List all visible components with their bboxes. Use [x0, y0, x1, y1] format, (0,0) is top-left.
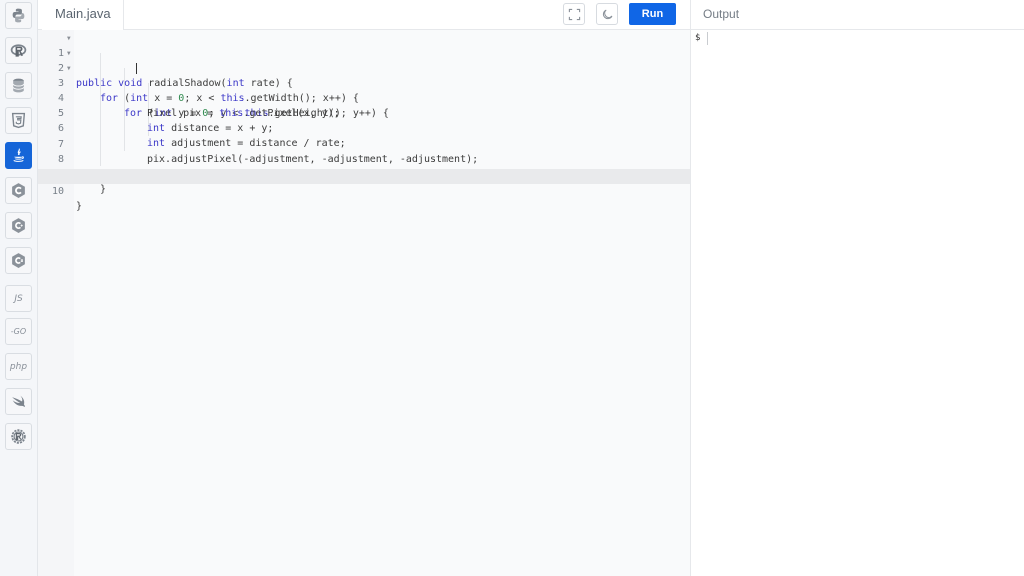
code-line-7[interactable]: 7 pix.adjustPixel(-adjustment, -adjustme…	[38, 122, 690, 165]
html-language-button[interactable]	[5, 107, 32, 134]
database-icon	[12, 78, 25, 93]
editor-header: Main.java Run Output	[38, 0, 1024, 30]
run-button[interactable]: Run	[629, 3, 676, 25]
code-line-6[interactable]: 6 int adjustment = distance / rate;	[38, 106, 690, 149]
code-line-9[interactable]: 9 }	[38, 152, 690, 195]
javascript-language-button[interactable]: JS	[5, 285, 32, 312]
code-line-4[interactable]: 4 Pixel pix = this.getPixel(x, y);	[38, 76, 690, 119]
go-language-button[interactable]: -GO	[5, 318, 32, 345]
line-number: 10	[51, 186, 64, 197]
sql-language-button[interactable]	[5, 72, 32, 99]
csharp-icon	[12, 253, 25, 268]
moon-icon	[602, 9, 612, 19]
java-icon	[13, 148, 24, 162]
csharp-language-button[interactable]	[5, 247, 32, 274]
output-title: Output	[703, 7, 740, 21]
code-line-1[interactable]: 1 ▼ public void radialShadow(int rate) {	[38, 31, 690, 89]
r-language-button[interactable]	[5, 37, 32, 64]
text-cursor	[136, 63, 137, 74]
java-language-button[interactable]	[5, 142, 32, 169]
r-icon	[10, 44, 27, 57]
python-icon	[12, 8, 25, 23]
rust-language-button[interactable]	[5, 423, 32, 450]
cpp-icon	[12, 218, 25, 233]
js-icon: JS	[14, 293, 23, 304]
code-line-8[interactable]: 8 }	[38, 137, 690, 180]
header-divider	[690, 0, 691, 30]
file-tab-main-java[interactable]: Main.java	[42, 0, 124, 30]
code-line-10[interactable]: 10 }	[38, 169, 690, 212]
fold-arrow-icon[interactable]: ▼	[67, 46, 71, 61]
html5-icon	[11, 112, 26, 129]
swift-icon	[12, 395, 25, 408]
code-token: }	[100, 184, 107, 195]
code-token: }	[76, 201, 83, 212]
code-line-2[interactable]: 2 ▼ for (int x = 0; x < this.getWidth();…	[38, 46, 690, 104]
php-language-button[interactable]: php	[5, 353, 32, 380]
swift-language-button[interactable]	[5, 388, 32, 415]
rust-icon	[11, 429, 26, 444]
output-panel[interactable]: $	[690, 30, 1024, 576]
terminal-prompt: $	[695, 33, 701, 43]
code-line-5[interactable]: 5 int distance = x + y;	[38, 91, 690, 134]
terminal-cursor	[707, 32, 708, 45]
theme-toggle-button[interactable]	[596, 3, 618, 25]
language-sidebar: JS -GO php	[0, 0, 38, 576]
php-icon: php	[9, 361, 28, 372]
fold-arrow-icon[interactable]: ▼	[67, 31, 71, 46]
fullscreen-button[interactable]	[563, 3, 585, 25]
go-icon: -GO	[10, 327, 27, 336]
fold-arrow-icon[interactable]: ▼	[67, 61, 71, 76]
code-editor[interactable]: 1 ▼ public void radialShadow(int rate) {…	[38, 30, 690, 576]
cpp-language-button[interactable]	[5, 212, 32, 239]
code-line-3[interactable]: 3 ▼ for (int y = 0; y < this.getHeight()…	[38, 61, 690, 119]
c-language-button[interactable]	[5, 177, 32, 204]
c-icon	[12, 183, 25, 198]
python-language-button[interactable]	[5, 2, 32, 29]
expand-icon	[568, 8, 580, 20]
